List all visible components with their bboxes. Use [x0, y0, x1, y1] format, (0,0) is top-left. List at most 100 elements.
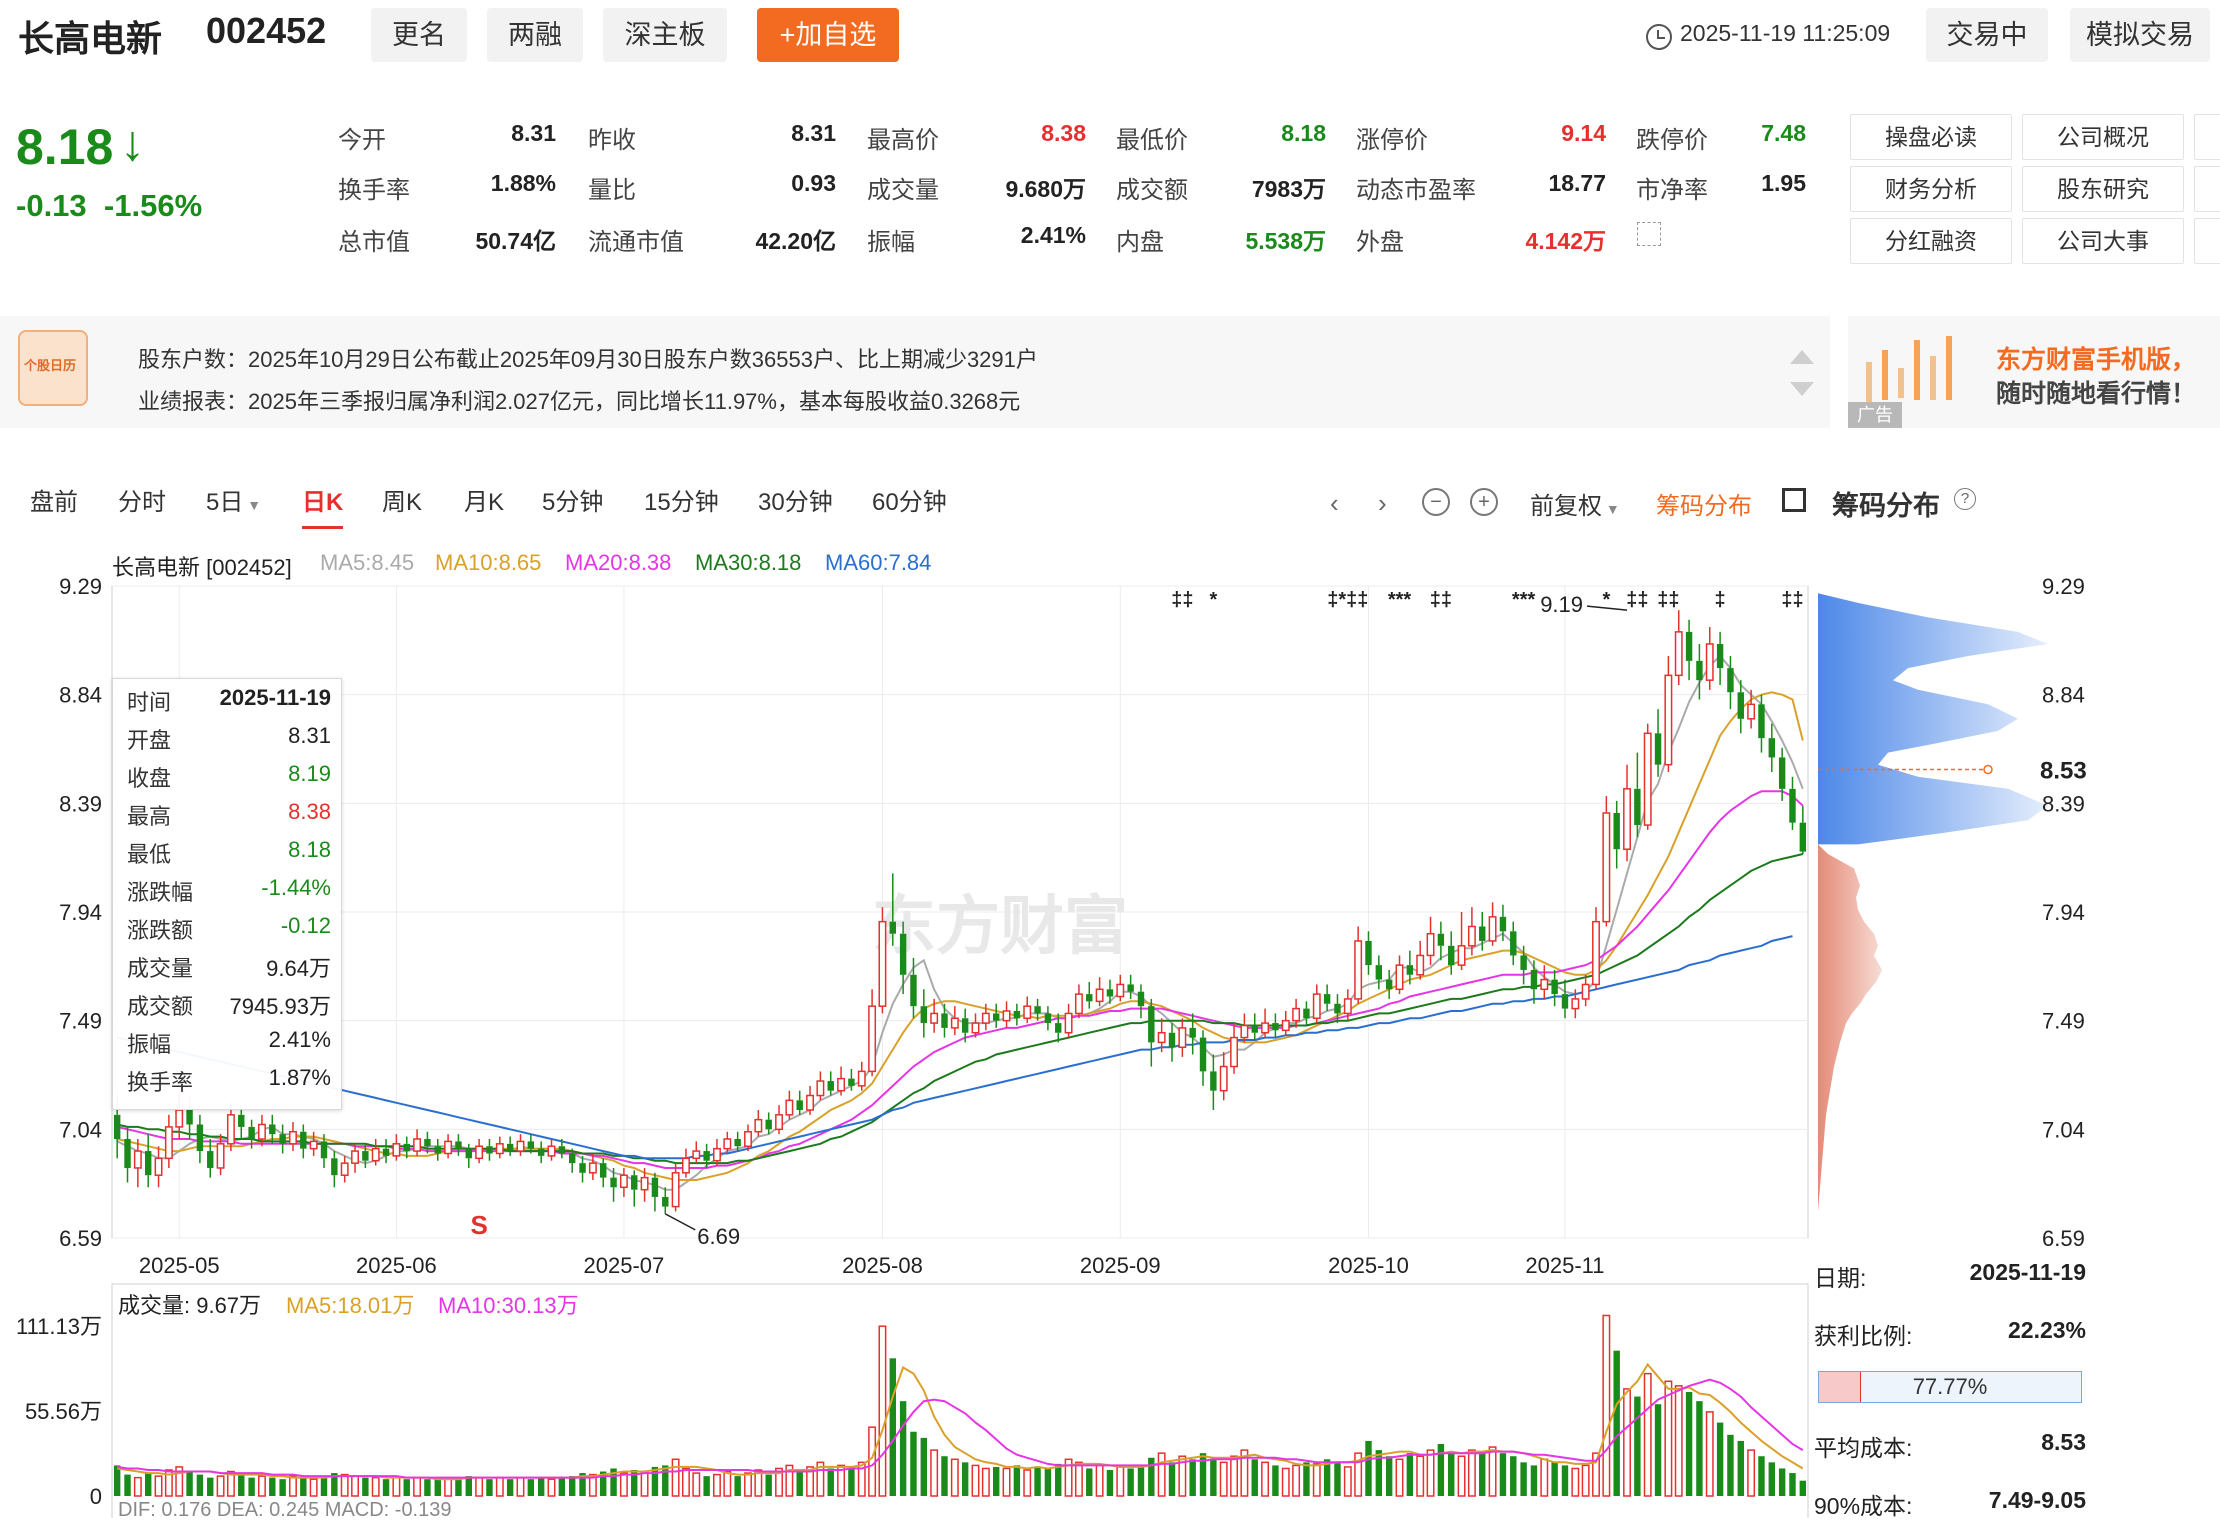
earnings-info[interactable]: 业绩报表：2025年三季报归属净利润2.027亿元，同比增长11.97%，基本每… — [138, 384, 1020, 416]
x-tick-label: 2025-05 — [139, 1253, 220, 1278]
tab-monthly-k[interactable]: 月K — [464, 482, 504, 517]
side-button[interactable]: 公司概况 — [2022, 114, 2184, 160]
annotation-leader — [664, 1213, 696, 1231]
candle — [1303, 1001, 1310, 1026]
volume-bar — [1343, 1466, 1352, 1497]
candle — [1095, 977, 1104, 1007]
candle — [547, 1138, 556, 1161]
candle — [1074, 984, 1083, 1019]
tooltip-row: 时间 2025-11-19 — [127, 685, 331, 723]
event-marker[interactable]: ‡‡ — [1626, 589, 1648, 611]
tooltip-row: 换手率 1.87% — [127, 1065, 331, 1103]
event-marker[interactable]: * — [1602, 589, 1610, 611]
tab-intraday[interactable]: 分时 — [118, 482, 166, 517]
quote-field-value: 7.48 — [1761, 120, 1806, 146]
side-button[interactable]: 公司大事 — [2022, 218, 2184, 264]
side-button[interactable]: 操盘必读 — [1850, 114, 2012, 160]
candle — [1510, 921, 1517, 966]
tooltip-value: -0.12 — [280, 913, 331, 938]
help-icon[interactable]: ? — [1954, 488, 1976, 510]
tooltip-key: 成交量 — [127, 956, 194, 981]
add-watchlist-button[interactable]: +加自选 — [757, 8, 899, 62]
volume-bar — [1540, 1458, 1549, 1497]
y-tick-label: 7.04 — [59, 1117, 102, 1142]
chip-tick-label: 9.29 — [2042, 578, 2085, 599]
fullscreen-icon[interactable] — [1782, 488, 1806, 512]
tab-5min[interactable]: 5分钟 — [542, 482, 603, 517]
volume-bar — [640, 1470, 649, 1497]
zoom-out-icon[interactable]: − — [1422, 488, 1450, 516]
volume-bar — [765, 1474, 772, 1496]
candle — [1437, 921, 1445, 961]
chip-current-price: 8.53 — [2040, 758, 2087, 785]
sim-trade-button[interactable]: 模拟交易 — [2070, 8, 2210, 62]
volume-bar — [920, 1437, 928, 1496]
candle — [1168, 1023, 1176, 1062]
tab-daily-k[interactable]: 日K — [302, 482, 344, 529]
side-button-overflow[interactable] — [2194, 114, 2220, 160]
event-marker[interactable]: ‡‡ — [1430, 589, 1452, 611]
volume-bar — [340, 1473, 349, 1497]
event-marker[interactable]: * — [1209, 589, 1217, 611]
calendar-icon[interactable]: 个股日历 — [18, 330, 88, 406]
volume-bar — [196, 1474, 204, 1496]
candle — [785, 1090, 794, 1120]
side-button-overflow[interactable] — [2194, 218, 2220, 264]
volume-bar — [1685, 1391, 1693, 1496]
candle — [1375, 955, 1383, 990]
chip-tick-label: 6.59 — [2042, 1226, 2085, 1251]
tab-15min[interactable]: 15分钟 — [644, 482, 719, 517]
board-button[interactable]: 深主板 — [603, 8, 727, 62]
chevron-right-icon[interactable]: › — [1378, 488, 1387, 519]
adjust-select[interactable]: 前复权 ▼ — [1530, 486, 1620, 521]
side-button-overflow[interactable] — [2194, 166, 2220, 212]
event-marker[interactable]: ‡‡ — [1657, 589, 1679, 611]
volume-bar — [1137, 1465, 1145, 1496]
tooltip-key: 振幅 — [127, 1032, 172, 1057]
event-marker[interactable]: *** — [1512, 589, 1536, 611]
volume-bar — [1230, 1455, 1239, 1497]
volume-bar — [1312, 1463, 1321, 1497]
side-button[interactable]: 分红融资 — [1850, 218, 2012, 264]
y-tick-label: 6.59 — [59, 1226, 102, 1251]
volume-bar — [537, 1477, 545, 1496]
side-button[interactable]: 股东研究 — [2022, 166, 2184, 212]
tab-weekly-k[interactable]: 周K — [382, 482, 422, 517]
volume-bar — [662, 1465, 669, 1496]
zoom-in-icon[interactable]: + — [1470, 488, 1498, 516]
scroll-down-icon[interactable] — [1790, 382, 1814, 396]
event-marker[interactable]: ‡‡ — [1781, 589, 1803, 611]
scroll-up-icon[interactable] — [1790, 350, 1814, 364]
tab-premarket[interactable]: 盘前 — [30, 482, 78, 517]
quote-field-value: 1.88% — [490, 170, 556, 196]
candle — [537, 1141, 545, 1164]
chip-distribution-link[interactable]: 筹码分布 — [1656, 486, 1752, 521]
chip-tick-label: 7.49 — [2042, 1009, 2085, 1034]
candle — [1643, 723, 1652, 830]
event-marker[interactable]: ‡‡ — [1171, 589, 1193, 611]
rename-button[interactable]: 更名 — [371, 8, 467, 62]
side-button[interactable]: 财务分析 — [1850, 166, 2012, 212]
tooltip-key: 涨跌额 — [127, 918, 194, 943]
ad-banner[interactable]: 东方财富手机版， 随时随地看行情！ 广告 — [1848, 316, 2220, 428]
chip-tick-label: 7.04 — [2042, 1117, 2085, 1142]
expand-icon[interactable] — [1637, 222, 1661, 246]
tab-30min[interactable]: 30分钟 — [758, 482, 833, 517]
shareholder-info[interactable]: 股东户数：2025年10月29日公布截止2025年09月30日股东户数36553… — [138, 342, 1038, 374]
event-marker[interactable]: ‡*‡‡ — [1327, 589, 1368, 611]
event-marker[interactable]: *** — [1388, 589, 1412, 611]
volume-bar — [1799, 1480, 1807, 1496]
tooltip-row: 成交额 7945.93万 — [127, 989, 331, 1027]
tab-60min[interactable]: 60分钟 — [872, 482, 947, 517]
chevron-left-icon[interactable]: ‹ — [1330, 488, 1339, 519]
tab-5day[interactable]: 5日 ▼ — [206, 482, 261, 517]
volume-bar — [1086, 1468, 1093, 1496]
quote-field-label: 今开 — [338, 127, 386, 154]
margin-button[interactable]: 两融 — [487, 8, 583, 62]
event-marker[interactable]: ‡ — [1715, 589, 1726, 611]
tooltip-key: 收盘 — [127, 766, 172, 791]
volume-bar — [1581, 1464, 1590, 1497]
tooltip-row: 振幅 2.41% — [127, 1027, 331, 1065]
volume-bar — [547, 1478, 556, 1497]
signal-marker[interactable]: S — [470, 1210, 487, 1240]
